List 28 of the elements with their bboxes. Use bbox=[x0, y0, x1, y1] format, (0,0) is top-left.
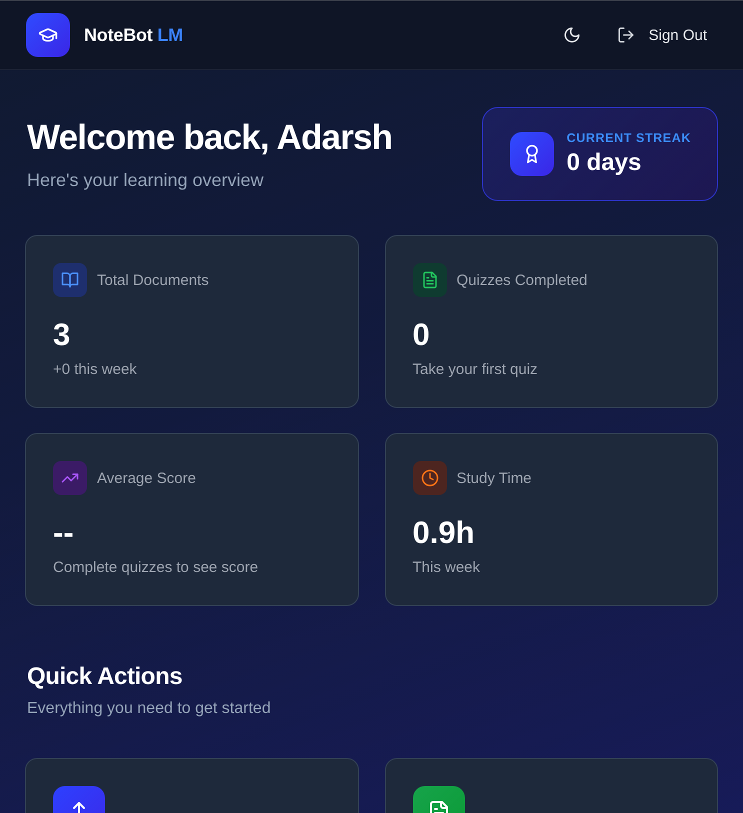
stat-value: 0.9h bbox=[412, 514, 476, 552]
moon-icon bbox=[562, 26, 581, 44]
welcome-subtitle: Here's your learning overview bbox=[27, 169, 265, 192]
stat-value: 0 bbox=[412, 316, 431, 354]
stat-value: -- bbox=[53, 514, 75, 552]
section-subtitle: Everything you need to get started bbox=[27, 699, 272, 719]
trend-up-icon bbox=[53, 461, 87, 495]
book-icon bbox=[53, 263, 87, 297]
welcome-heading: Welcome back, Adarsh bbox=[27, 117, 392, 159]
stat-label: Total Documents bbox=[97, 272, 209, 288]
clock-icon bbox=[412, 461, 446, 495]
log-out-icon bbox=[616, 26, 635, 44]
sign-out-button[interactable]: Sign Out bbox=[606, 18, 717, 52]
stat-note: This week bbox=[412, 558, 482, 578]
stat-label: Study Time bbox=[456, 470, 532, 486]
stat-label: Quizzes Completed bbox=[456, 272, 588, 288]
stat-label: Average Score bbox=[97, 470, 196, 486]
stat-note: Take your first quiz bbox=[412, 360, 539, 380]
streak-label: CURRENT STREAK bbox=[566, 130, 691, 146]
document-icon bbox=[412, 263, 446, 297]
brand-name: NoteBot LM bbox=[84, 24, 183, 46]
stat-note: Complete quizzes to see score bbox=[53, 558, 260, 578]
award-icon bbox=[510, 132, 554, 176]
graduation-cap-icon bbox=[26, 13, 70, 57]
stat-note: +0 this week bbox=[53, 360, 138, 380]
section-heading: Quick Actions bbox=[27, 662, 184, 692]
stat-value: 3 bbox=[53, 316, 72, 354]
streak-value: 0 days bbox=[566, 148, 642, 178]
